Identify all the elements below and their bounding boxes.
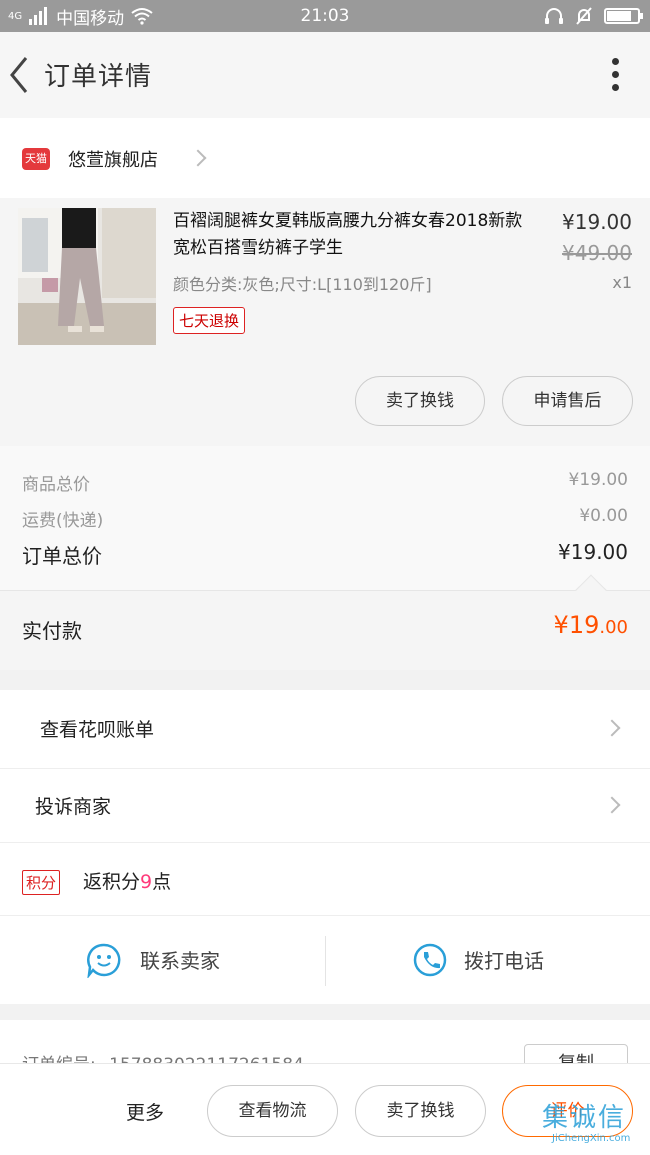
page-title: 订单详情 xyxy=(44,62,153,92)
product-price: ¥19.00 xyxy=(562,210,632,234)
back-arrow-icon[interactable] xyxy=(4,52,34,98)
price-summary: 商品总价 ¥19.00 运费(快递) ¥0.00 订单总价 ¥19.00 xyxy=(0,446,650,590)
action-list: 查看花呗账单 投诉商家 积分 返积分9点 联系卖家 拨打电话 xyxy=(0,690,650,1004)
product-original-price: ¥49.00 xyxy=(562,241,632,265)
product-title[interactable]: 百褶阔腿裤女夏韩版高腰九分裤女春2018新款宽松百搭雪纺裤子学生 xyxy=(173,208,533,262)
contact-seller-button[interactable]: 联系卖家 xyxy=(0,916,325,1004)
shipping-label: 运费(快递) xyxy=(22,511,104,531)
order-item[interactable]: 百褶阔腿裤女夏韩版高腰九分裤女春2018新款宽松百搭雪纺裤子学生 ¥19.00 … xyxy=(0,198,650,446)
order-total-value: ¥19.00 xyxy=(558,540,628,564)
sell-for-cash-button[interactable]: 卖了换钱 xyxy=(355,376,485,426)
watermark-sub: JiChengXin.com xyxy=(552,1133,631,1144)
paid-integer: ¥19 xyxy=(553,611,600,639)
points-badge: 积分 xyxy=(22,870,61,895)
call-label: 拨打电话 xyxy=(464,949,544,973)
paid-decimal: .00 xyxy=(599,617,628,638)
product-image[interactable] xyxy=(18,208,156,345)
paid-value: ¥19.00 xyxy=(554,611,628,639)
paid-label: 实付款 xyxy=(22,619,82,643)
chat-bubble-icon xyxy=(87,943,121,978)
status-bar: 4G 中国移动 21:03 xyxy=(0,0,650,32)
contact-seller-label: 联系卖家 xyxy=(140,949,220,973)
watermark: 集诚信 JiChengXin.com xyxy=(534,1097,644,1151)
contact-bar: 联系卖家 拨打电话 xyxy=(0,916,650,1004)
seven-day-return-tag: 七天退换 xyxy=(173,307,246,334)
huabei-bill-row[interactable]: 查看花呗账单 xyxy=(0,690,650,769)
bottom-action-bar: 更多 查看物流 卖了换钱 评价 集诚信 JiChengXin.com xyxy=(0,1063,650,1155)
shop-header[interactable]: 天猫 悠萱旗舰店 xyxy=(0,118,650,198)
sell-for-cash-button-bottom[interactable]: 卖了换钱 xyxy=(355,1085,486,1137)
view-logistics-button[interactable]: 查看物流 xyxy=(207,1085,338,1137)
chevron-right-icon xyxy=(603,719,621,737)
chevron-right-icon xyxy=(603,796,621,814)
paid-amount-row: 实付款 ¥19.00 xyxy=(0,574,650,670)
phone-icon xyxy=(413,943,447,977)
call-button[interactable]: 拨打电话 xyxy=(326,916,650,1004)
order-total-label: 订单总价 xyxy=(22,544,102,568)
more-menu-icon[interactable] xyxy=(612,58,620,94)
complain-label: 投诉商家 xyxy=(35,796,112,818)
tmall-badge: 天猫 xyxy=(22,148,50,170)
points-text: 返积分9点 xyxy=(83,867,171,894)
points-row: 积分 返积分9点 xyxy=(0,843,650,916)
goods-total-value: ¥19.00 xyxy=(568,470,628,490)
points-suffix: 点 xyxy=(152,871,172,893)
shipping-value: ¥0.00 xyxy=(579,506,628,526)
goods-total-label: 商品总价 xyxy=(22,475,90,495)
product-sku: 颜色分类:灰色;尺寸:L[110到120斤] xyxy=(173,275,432,294)
shop-name[interactable]: 悠萱旗舰店 xyxy=(68,146,158,172)
points-number: 9 xyxy=(140,871,153,893)
huabei-bill-label: 查看花呗账单 xyxy=(40,719,155,741)
more-button[interactable]: 更多 xyxy=(126,1098,164,1125)
mute-bell-icon xyxy=(576,7,592,25)
after-sale-button[interactable]: 申请售后 xyxy=(502,376,633,426)
headset-icon xyxy=(545,8,563,24)
product-quantity: x1 xyxy=(612,273,632,292)
watermark-main: 集诚信 xyxy=(542,1103,627,1133)
battery-icon xyxy=(604,8,643,24)
chevron-right-icon xyxy=(189,149,207,167)
nav-bar: 订单详情 xyxy=(0,32,650,118)
points-prefix: 返积分 xyxy=(83,871,141,893)
complain-row[interactable]: 投诉商家 xyxy=(0,769,650,843)
